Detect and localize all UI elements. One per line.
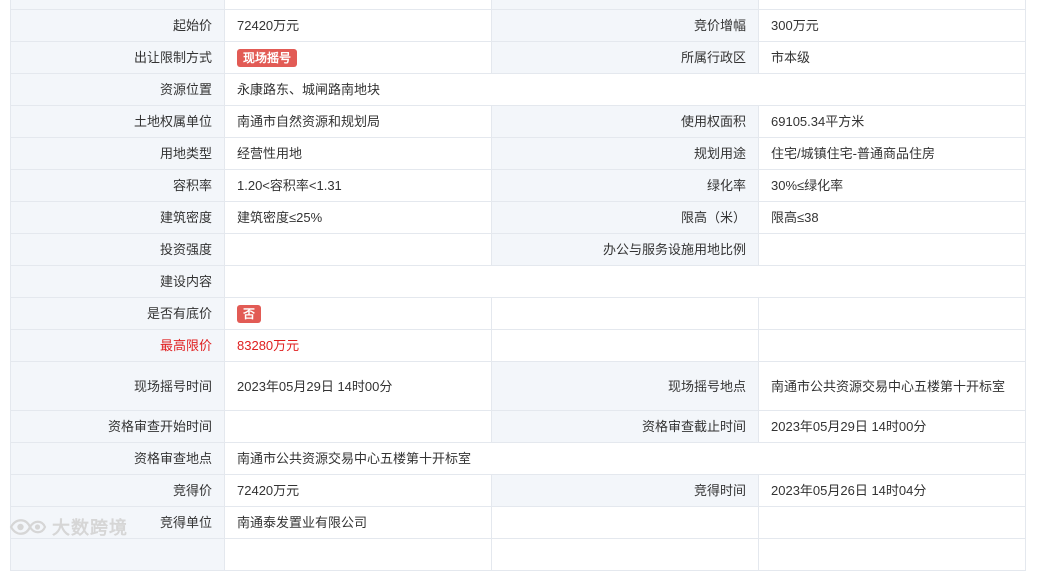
lottery-time-value: 2023年05月29日 14时00分 [224,361,492,411]
table-row-far: 容积率 1.20<容积率<1.31 绿化率 30%≤绿化率 [10,169,1026,202]
far-value: 1.20<容积率<1.31 [224,169,492,202]
owner-label: 土地权属单位 [10,105,225,138]
construction-value [224,265,1026,298]
height-limit-value: 限高≤38 [758,201,1026,234]
bid-increment-value: 300万元 [758,9,1026,42]
empty-cell [758,329,1026,362]
qual-place-value: 南通市公共资源交易中心五楼第十开标室 [224,442,1026,475]
empty-cell [491,506,759,539]
table-row-density: 建筑密度 建筑密度≤25% 限高（米） 限高≤38 [10,201,1026,234]
table-row-land-type: 用地类型 经营性用地 规划用途 住宅/城镇住宅-普通商品住房 [10,137,1026,170]
reserve-tag: 否 [237,304,262,323]
deal-price-value: 72420万元 [224,474,492,507]
watermark: 大数跨境 [8,514,128,540]
winner-value: 南通泰发置业有限公司 [224,506,492,539]
area-label: 使用权面积 [491,105,759,138]
office-ratio-value [758,233,1026,266]
qual-place-label: 资格审查地点 [10,442,225,475]
district-value: 市本级 [758,41,1026,74]
lottery-place-value: 南通市公共资源交易中心五楼第十开标室 [758,361,1026,411]
restriction-method-value: 现场摇号 [224,41,492,74]
restriction-method-label: 出让限制方式 [10,41,225,74]
row-label [10,538,225,571]
reserve-price-value: 否 [224,297,492,330]
location-value: 永康路东、城闸路南地块 [224,73,1026,106]
table-row-investment: 投资强度 办公与服务设施用地比例 [10,233,1026,266]
table-row-start-price: 起始价 72420万元 竞价增幅 300万元 [10,9,1026,42]
qual-start-label: 资格审查开始时间 [10,410,225,443]
lottery-place-label: 现场摇号地点 [491,361,759,411]
row-label [491,0,759,10]
qual-start-value [224,410,492,443]
table-row-restriction: 出让限制方式 现场摇号 所属行政区 市本级 [10,41,1026,74]
location-label: 资源位置 [10,73,225,106]
land-type-label: 用地类型 [10,137,225,170]
max-price-value: 83280万元 [224,329,492,362]
density-label: 建筑密度 [10,201,225,234]
construction-label: 建设内容 [10,265,225,298]
max-price-label: 最高限价 [10,329,225,362]
start-price-value: 72420万元 [224,9,492,42]
watermark-text: 大数跨境 [52,518,128,538]
lottery-time-label: 现场摇号时间 [10,361,225,411]
row-value [758,538,1026,571]
table-row-owner: 土地权属单位 南通市自然资源和规划局 使用权面积 69105.34平方米 [10,105,1026,138]
table-row-qual-place: 资格审查地点 南通市公共资源交易中心五楼第十开标室 [10,442,1026,475]
table-row-max-price: 最高限价 83280万元 [10,329,1026,362]
deal-time-value: 2023年05月26日 14时04分 [758,474,1026,507]
owner-value: 南通市自然资源和规划局 [224,105,492,138]
green-ratio-label: 绿化率 [491,169,759,202]
qual-end-value: 2023年05月29日 14时00分 [758,410,1026,443]
deal-time-label: 竞得时间 [491,474,759,507]
reserve-price-label: 是否有底价 [10,297,225,330]
density-value: 建筑密度≤25% [224,201,492,234]
row-value [224,538,492,571]
table-row-winner: 竞得单位 南通泰发置业有限公司 [10,506,1026,539]
planned-use-label: 规划用途 [491,137,759,170]
far-label: 容积率 [10,169,225,202]
table-row-location: 资源位置 永康路东、城闸路南地块 [10,73,1026,106]
land-type-value: 经营性用地 [224,137,492,170]
height-limit-label: 限高（米） [491,201,759,234]
table-row [10,538,1026,571]
table-row [10,0,1026,10]
restriction-tag: 现场摇号 [237,48,298,67]
table-row-deal: 竞得价 72420万元 竞得时间 2023年05月26日 14时04分 [10,474,1026,507]
table-row-qualification: 资格审查开始时间 资格审查截止时间 2023年05月29日 14时00分 [10,410,1026,443]
area-value: 69105.34平方米 [758,105,1026,138]
row-label [10,0,225,10]
table-row-reserve: 是否有底价 否 [10,297,1026,330]
empty-cell [491,297,759,330]
planned-use-value: 住宅/城镇住宅-普通商品住房 [758,137,1026,170]
row-value [224,0,492,10]
eye-logo-icon [9,519,47,535]
bid-increment-label: 竞价增幅 [491,9,759,42]
empty-cell [758,297,1026,330]
empty-cell [491,329,759,362]
investment-label: 投资强度 [10,233,225,266]
investment-value [224,233,492,266]
row-value [758,0,1026,10]
empty-cell [758,506,1026,539]
deal-price-label: 竞得价 [10,474,225,507]
row-value [491,538,759,571]
start-price-label: 起始价 [10,9,225,42]
table-row-lottery: 现场摇号时间 2023年05月29日 14时00分 现场摇号地点 南通市公共资源… [10,361,1026,411]
green-ratio-value: 30%≤绿化率 [758,169,1026,202]
qual-end-label: 资格审查截止时间 [491,410,759,443]
table-row-construction: 建设内容 [10,265,1026,298]
land-info-table: 起始价 72420万元 竞价增幅 300万元 出让限制方式 现场摇号 所属行政区… [10,0,1026,571]
office-ratio-label: 办公与服务设施用地比例 [491,233,759,266]
district-label: 所属行政区 [491,41,759,74]
